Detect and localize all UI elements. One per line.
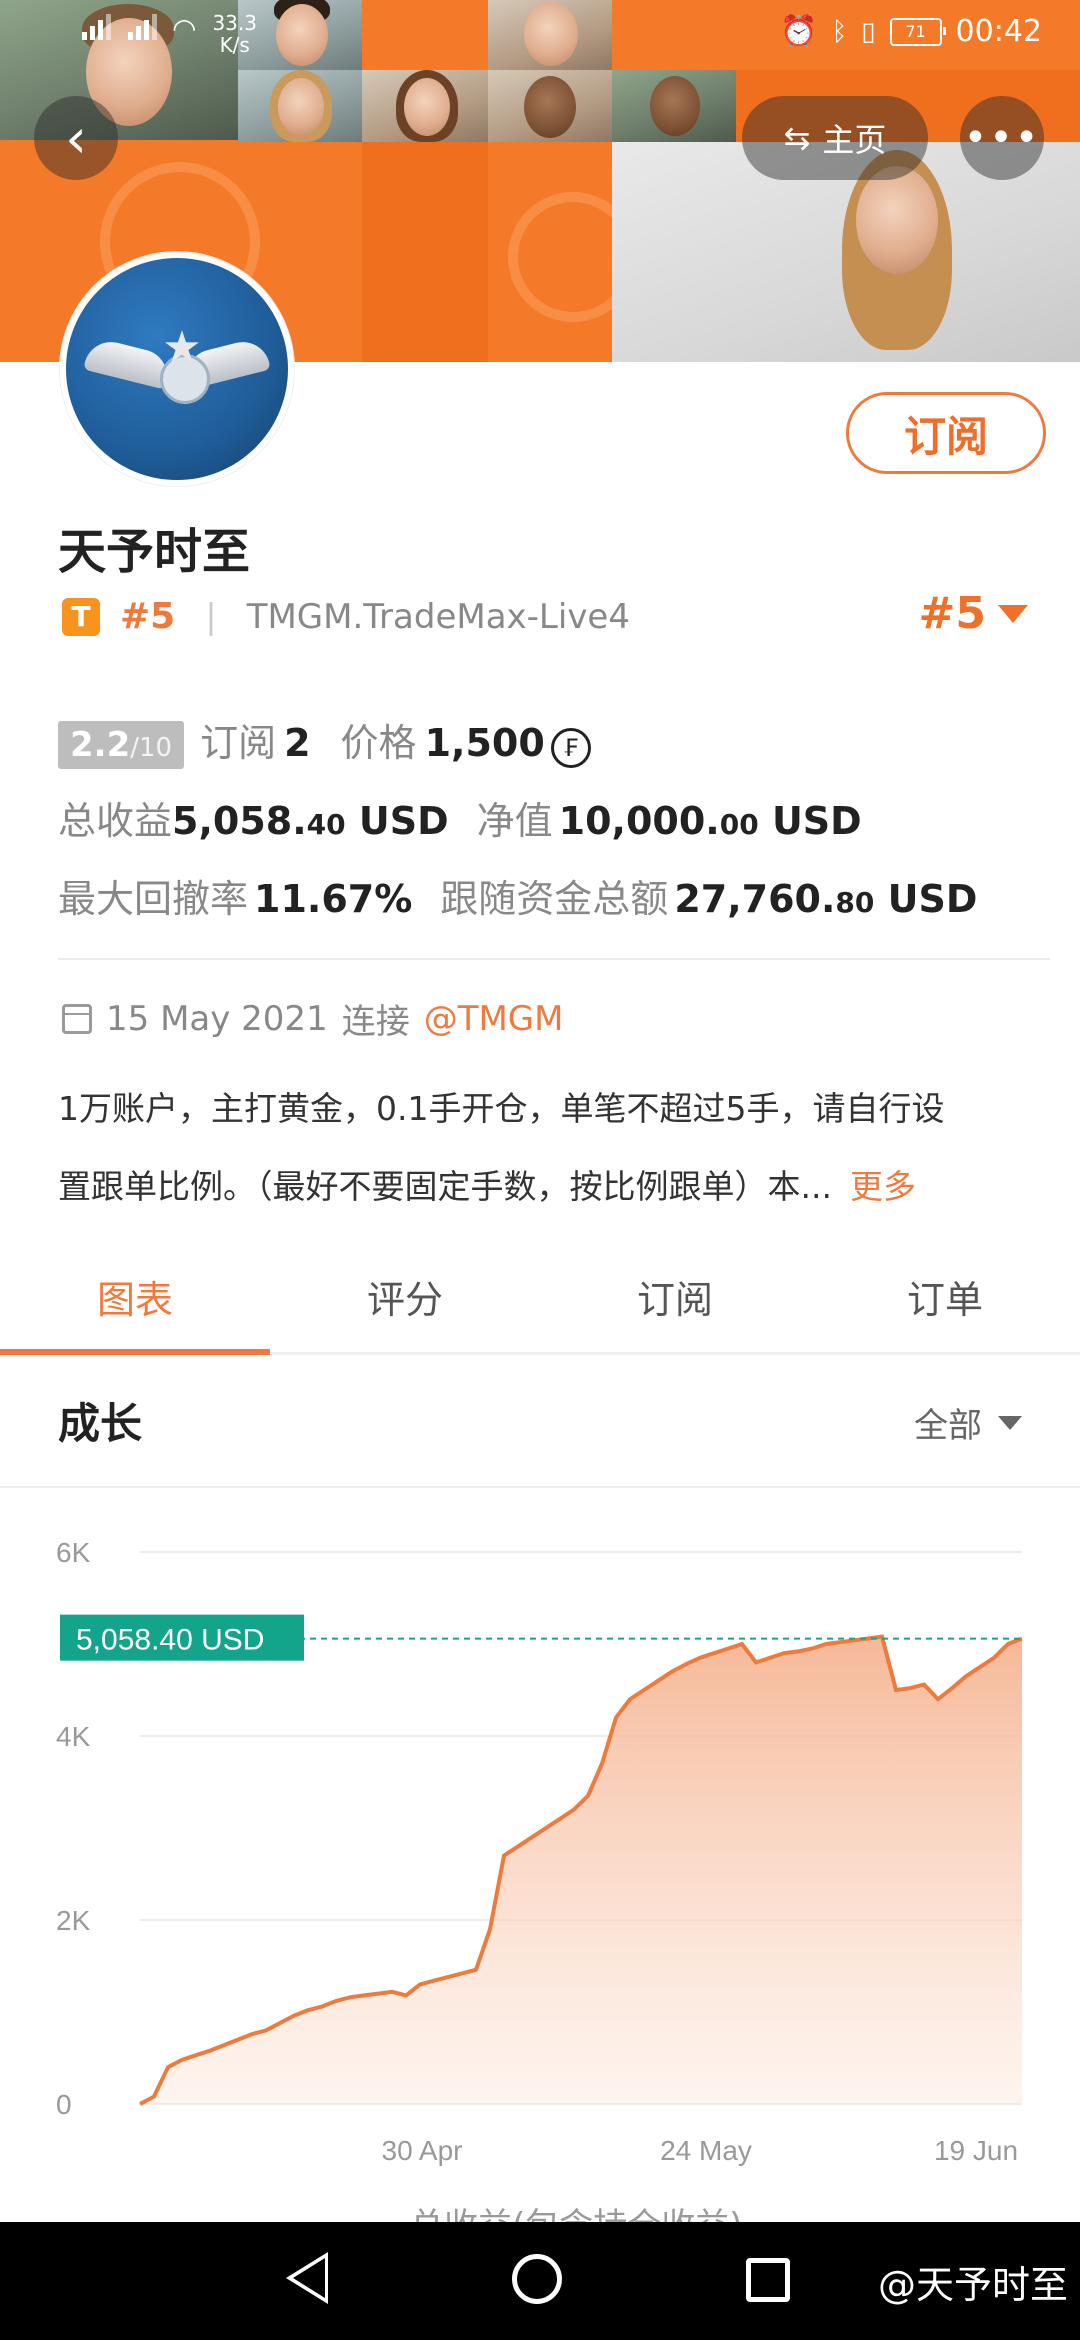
more-button[interactable]: ••• (960, 96, 1044, 180)
follow-funds-label: 跟随资金总额 (440, 877, 669, 921)
home-button[interactable]: ⇆ 主页 (742, 96, 928, 180)
description-line: 1万账户，主打黄金，0.1手开仓，单笔不超过5手，请自行设 (58, 1089, 945, 1128)
tab-bar: 图表 评分 订阅 订单 (0, 1240, 1080, 1355)
x-tick-label: 19 Jun (934, 2135, 1018, 2166)
growth-chart[interactable]: 5,058.40 USD 0 2K 4K 6K 30 Apr 24 May 19 Jun (0, 1500, 1080, 2220)
x-tick-label: 30 Apr (382, 2135, 463, 2166)
net-value-value: 10,000.00 USD (558, 799, 862, 843)
switch-icon: ⇆ (783, 119, 811, 157)
range-filter-dropdown[interactable]: 全部 (914, 1398, 1022, 1447)
range-filter-label: 全部 (914, 1406, 982, 1446)
coin-icon: ₣ (550, 728, 591, 768)
tab-subscriptions[interactable]: 订阅 (540, 1240, 810, 1352)
max-drawdown-value: 11.67% (254, 877, 413, 921)
back-button[interactable]: ‹ (34, 96, 118, 180)
bluetooth-icon: ᛒ (831, 16, 848, 47)
system-home-button[interactable] (512, 2254, 562, 2304)
divider (58, 958, 1050, 960)
alarm-icon: ⏰ (780, 14, 818, 49)
banner-orange-tile (488, 142, 638, 362)
more-dots-icon: ••• (963, 115, 1041, 161)
banner-photo-tile (488, 70, 612, 142)
rank-label: #5 (120, 596, 176, 637)
score-badge: 2.2/10 (58, 721, 185, 769)
avatar[interactable]: ★ (60, 252, 294, 486)
server-name: TMGM.TradeMax-Live4 (246, 596, 630, 637)
net-value-label: 净值 (476, 799, 553, 843)
tier-badge: T (62, 597, 100, 636)
caret-down-icon (998, 1415, 1022, 1430)
max-drawdown-label: 最大回撤率 (58, 877, 249, 921)
price-label: 价格 (340, 721, 417, 765)
total-profit-value: 5,058.40 USD (172, 799, 449, 843)
signal-icon (126, 12, 157, 40)
vibrate-icon: ▯ (861, 16, 876, 47)
calendar-icon (62, 1003, 92, 1034)
star-icon: ★ (162, 322, 202, 373)
y-tick-label: 2K (56, 1905, 91, 1936)
stats-row-1: 2.2/10 订阅 2 价格 1,500 ₣ (58, 712, 591, 769)
rank-dropdown[interactable]: #5 (919, 588, 1028, 639)
banner-photo-tile (612, 70, 736, 142)
connection-label: 连接 (341, 1002, 410, 1042)
follow-funds-value: 27,760.80 USD (674, 877, 978, 921)
signal-icon (80, 12, 111, 40)
profile-meta: T #5 | TMGM.TradeMax-Live4 (62, 596, 630, 637)
growth-title: 成长 (58, 1399, 143, 1448)
total-profit-label: 总收益 (58, 799, 173, 843)
growth-header: 成长 全部 (0, 1356, 1080, 1488)
strategy-description: 1万账户，主打黄金，0.1手开仓，单笔不超过5手，请自行设 置跟单比例。（最好不… (58, 1070, 1038, 1226)
wifi-icon: ◠ (172, 12, 197, 45)
broker-link[interactable]: @TMGM (424, 999, 564, 1039)
stats-row-3: 最大回撤率 11.67% 跟随资金总额 27,760.80 USD (58, 868, 977, 923)
tab-chart[interactable]: 图表 (0, 1240, 270, 1355)
network-speed: 33.3 K/s (212, 11, 257, 57)
price-value: 1,500 (424, 721, 545, 765)
x-tick-label: 24 May (660, 2135, 752, 2166)
y-tick-label: 6K (56, 1537, 91, 1568)
clock: 00:42 (955, 14, 1042, 49)
subscribers-label: 订阅 (200, 721, 277, 765)
y-tick-label: 4K (56, 1721, 91, 1752)
y-tick-label: 0 (56, 2089, 72, 2120)
system-recents-button[interactable] (746, 2258, 790, 2302)
chevron-left-icon: ‹ (65, 106, 87, 170)
separator: | (205, 596, 217, 637)
home-label: 主页 (822, 121, 887, 159)
caret-down-icon (998, 604, 1028, 623)
description-line: 置跟单比例。（最好不要固定手数，按比例跟单）本... 更多 (58, 1167, 916, 1206)
connection-date: 15 May 2021 (106, 998, 328, 1039)
stats-row-2: 总收益 5,058.40 USD 净值 10,000.00 USD (58, 790, 862, 845)
system-back-button[interactable] (286, 2252, 328, 2304)
growth-area (140, 1636, 1022, 2104)
battery-icon: 71 (889, 17, 946, 46)
chart-caption: 总收益(包含持仓收益) (410, 2206, 743, 2222)
current-value-label: 5,058.40 USD (76, 1624, 264, 1657)
more-link[interactable]: 更多 (850, 1167, 916, 1206)
tab-orders[interactable]: 订单 (810, 1240, 1080, 1352)
banner-photo-tile (238, 70, 362, 142)
status-bar: ◠ 33.3 K/s ⏰ ᛒ ▯ 71 00:42 (0, 0, 1080, 70)
watermark: @天予时至 (877, 2263, 1068, 2307)
current-value-tag: 5,058.40 USD (60, 1614, 304, 1661)
rank-dropdown-label: #5 (918, 588, 986, 639)
tab-rating[interactable]: 评分 (270, 1240, 540, 1352)
connection-row: 15 May 2021 连接 @TMGM (62, 994, 564, 1043)
profile-name: 天予时至 (58, 524, 251, 580)
subscribers-count: 2 (284, 721, 311, 765)
banner-photo-tile (362, 70, 488, 142)
system-navigation-bar: @天予时至 (0, 2222, 1080, 2340)
banner-orange-tile (362, 142, 488, 362)
subscribe-button[interactable]: 订阅 (846, 392, 1046, 474)
